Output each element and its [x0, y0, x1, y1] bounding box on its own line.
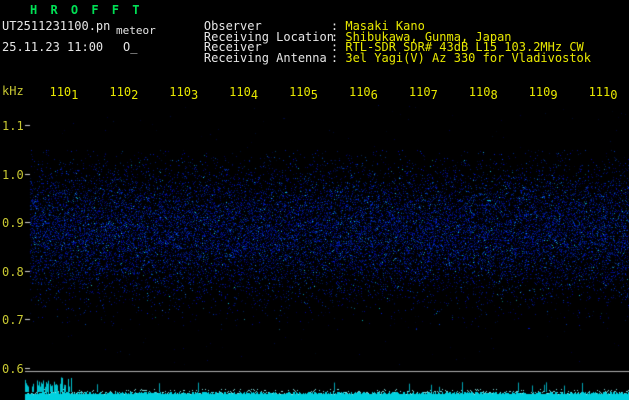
- hrofft-output-screen: H R O F F T UT2511231100.pn meteor 25.11…: [0, 0, 629, 400]
- meta-value-antenna: 3el Yagi(V) Az 330 for Vladivostok: [345, 50, 591, 65]
- x-tick-label: 1107: [408, 85, 438, 102]
- x-tick-label: 1103: [169, 85, 199, 102]
- y-tick-label: 0.9: [2, 216, 24, 231]
- output-filename: UT2511231100.pn: [2, 19, 111, 33]
- x-tick-label: 1105: [289, 85, 319, 102]
- datetime-label: 25.11.23 11:00: [2, 40, 104, 54]
- y-axis-unit-label: kHz: [2, 84, 24, 98]
- meta-label-antenna: Receiving Antenna: [203, 50, 327, 65]
- meteor-tag: meteor: [116, 24, 156, 37]
- x-tick-label: 1104: [229, 85, 259, 102]
- x-tick-label: 1106: [348, 85, 378, 102]
- x-tick-label: 1109: [528, 85, 558, 102]
- x-tick-label: 1101: [49, 85, 79, 102]
- meta-row-antenna: Receiving Antenna: 3el Yagi(V) Az 330 fo…: [175, 37, 591, 79]
- status-indicator: O_: [123, 40, 138, 54]
- y-tick-label: 0.7: [2, 313, 24, 328]
- y-tick-label: 1.1: [2, 119, 24, 133]
- x-tick-label: 1102: [109, 85, 139, 102]
- x-tick-label: 1108: [468, 85, 498, 102]
- y-tick-label: 0.8: [2, 264, 24, 279]
- x-tick-label: 1110: [588, 85, 618, 102]
- app-title: H R O F F T: [30, 3, 143, 17]
- y-tick-label: 0.6: [2, 362, 24, 376]
- meta-colon: :: [330, 50, 346, 65]
- y-tick-label: 1.0: [2, 167, 24, 182]
